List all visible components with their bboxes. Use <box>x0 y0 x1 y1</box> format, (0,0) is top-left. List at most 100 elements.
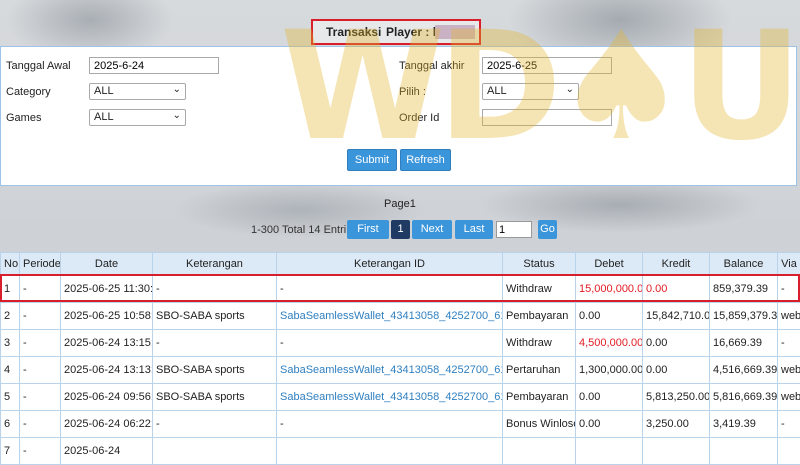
games-value: ALL <box>94 111 114 123</box>
cell-debet: 1,300,000.00 <box>576 357 643 384</box>
cell-keterangan-id: - <box>277 276 503 303</box>
cell-keterangan-id <box>277 438 503 465</box>
table-row: 3 - 2025-06-24 13:15:05 - - Withdraw 4,5… <box>1 330 800 357</box>
cell-date: 2025-06-24 13:15:05 <box>61 330 153 357</box>
table-row: 2 - 2025-06-25 10:58:35 SBO-SABA sports … <box>1 303 800 330</box>
cell-debet: 0.00 <box>576 384 643 411</box>
submit-button[interactable]: Submit <box>347 149 397 171</box>
page-number-input[interactable] <box>496 221 532 238</box>
cell-keterangan <box>153 438 277 465</box>
cell-via <box>778 438 800 465</box>
next-page-button[interactable]: Next <box>412 220 452 239</box>
title-label: Transaksi <box>326 21 381 43</box>
cell-periode: - <box>20 303 61 330</box>
header-keterangan-id: Keterangan ID <box>277 253 503 276</box>
cell-debet: 15,000,000.00 <box>576 276 643 303</box>
tanggal-akhir-label: Tanggal akhir <box>399 60 464 72</box>
header-bar: Transaksi Player : b <box>0 0 800 46</box>
cell-no: 5 <box>1 384 20 411</box>
total-entries: 1-300 Total 14 Entri <box>251 224 346 236</box>
player-label: Player : b <box>386 21 440 43</box>
chevron-down-icon: ⌄ <box>173 84 181 95</box>
cell-kredit: 15,842,710.00 <box>643 303 710 330</box>
cell-status: Withdraw <box>503 330 576 357</box>
page-title: Transaksi Player : b <box>311 19 481 45</box>
first-page-button[interactable]: First <box>347 220 389 239</box>
last-page-button[interactable]: Last <box>455 220 493 239</box>
tanggal-akhir-input[interactable] <box>482 57 612 74</box>
cell-via: - <box>778 276 800 303</box>
cell-keterangan: SBO-SABA sports <box>153 384 277 411</box>
table-header-row: No Periode Date Keterangan Keterangan ID… <box>1 253 800 276</box>
go-button[interactable]: Go <box>538 220 557 239</box>
cell-status: Pembayaran <box>503 384 576 411</box>
cell-balance: 15,859,379.39 <box>710 303 778 330</box>
cell-keterangan-id-link[interactable]: SabaSeamlessWallet_43413058_4252700_6113… <box>277 303 503 330</box>
cell-balance: 859,379.39 <box>710 276 778 303</box>
cell-date: 2025-06-24 09:56:12 <box>61 384 153 411</box>
cell-periode: - <box>20 357 61 384</box>
cell-status <box>503 438 576 465</box>
cell-no: 4 <box>1 357 20 384</box>
cell-date: 2025-06-24 13:13:20 <box>61 357 153 384</box>
cell-periode: - <box>20 330 61 357</box>
table-row: 6 - 2025-06-24 06:22:12 - - Bonus Winlos… <box>1 411 800 438</box>
games-label: Games <box>6 112 41 124</box>
cell-debet <box>576 438 643 465</box>
cell-balance: 3,419.39 <box>710 411 778 438</box>
games-select[interactable]: ALL ⌄ <box>89 109 186 126</box>
order-id-input[interactable] <box>482 109 612 126</box>
category-select[interactable]: ALL ⌄ <box>89 83 186 100</box>
cell-keterangan-id: - <box>277 330 503 357</box>
cell-keterangan-id-link[interactable]: SabaSeamlessWallet_43413058_4252700_6110… <box>277 384 503 411</box>
header-date: Date <box>61 253 153 276</box>
cell-keterangan-id: - <box>277 411 503 438</box>
header-status: Status <box>503 253 576 276</box>
cell-keterangan-id-link[interactable]: SabaSeamlessWallet_43413058_4252700_6113… <box>277 357 503 384</box>
cell-balance: 16,669.39 <box>710 330 778 357</box>
cell-periode: - <box>20 384 61 411</box>
cell-kredit: 0.00 <box>643 357 710 384</box>
table-row: 4 - 2025-06-24 13:13:20 SBO-SABA sports … <box>1 357 800 384</box>
cell-date: 2025-06-24 <box>61 438 153 465</box>
page-indicator: Page1 <box>384 198 416 210</box>
cell-status: Bonus Winlose <box>503 411 576 438</box>
cell-debet: 0.00 <box>576 411 643 438</box>
chevron-down-icon: ⌄ <box>566 84 574 95</box>
cell-keterangan: SBO-SABA sports <box>153 303 277 330</box>
header-balance: Balance <box>710 253 778 276</box>
cell-status: Pembayaran <box>503 303 576 330</box>
chevron-down-icon: ⌄ <box>173 110 181 121</box>
cell-kredit: 0.00 <box>643 330 710 357</box>
cell-no: 6 <box>1 411 20 438</box>
cell-periode: - <box>20 276 61 303</box>
cell-via: - <box>778 411 800 438</box>
cell-no: 1 <box>1 276 20 303</box>
cell-no: 3 <box>1 330 20 357</box>
cell-keterangan: - <box>153 276 277 303</box>
cell-kredit: 5,813,250.00 <box>643 384 710 411</box>
header-kredit: Kredit <box>643 253 710 276</box>
order-id-label: Order Id <box>399 112 439 124</box>
header-debet: Debet <box>576 253 643 276</box>
cell-via: web <box>778 303 800 330</box>
cell-status: Withdraw <box>503 276 576 303</box>
current-page-button[interactable]: 1 <box>391 220 410 239</box>
cell-keterangan: - <box>153 330 277 357</box>
cell-kredit <box>643 438 710 465</box>
pilih-select[interactable]: ALL ⌄ <box>482 83 579 100</box>
header-keterangan: Keterangan <box>153 253 277 276</box>
cell-keterangan: - <box>153 411 277 438</box>
cell-date: 2025-06-25 10:58:35 <box>61 303 153 330</box>
cell-no: 7 <box>1 438 20 465</box>
cell-via: web <box>778 357 800 384</box>
redacted-player-name <box>435 25 475 39</box>
filter-panel: Tanggal Awal Tanggal akhir Category ALL … <box>0 46 797 186</box>
cell-via: web <box>778 384 800 411</box>
cell-balance <box>710 438 778 465</box>
tanggal-awal-input[interactable] <box>89 57 219 74</box>
refresh-button[interactable]: Refresh <box>400 149 451 171</box>
table-row: 7 - 2025-06-24 <box>1 438 800 465</box>
cell-kredit: 3,250.00 <box>643 411 710 438</box>
cell-no: 2 <box>1 303 20 330</box>
